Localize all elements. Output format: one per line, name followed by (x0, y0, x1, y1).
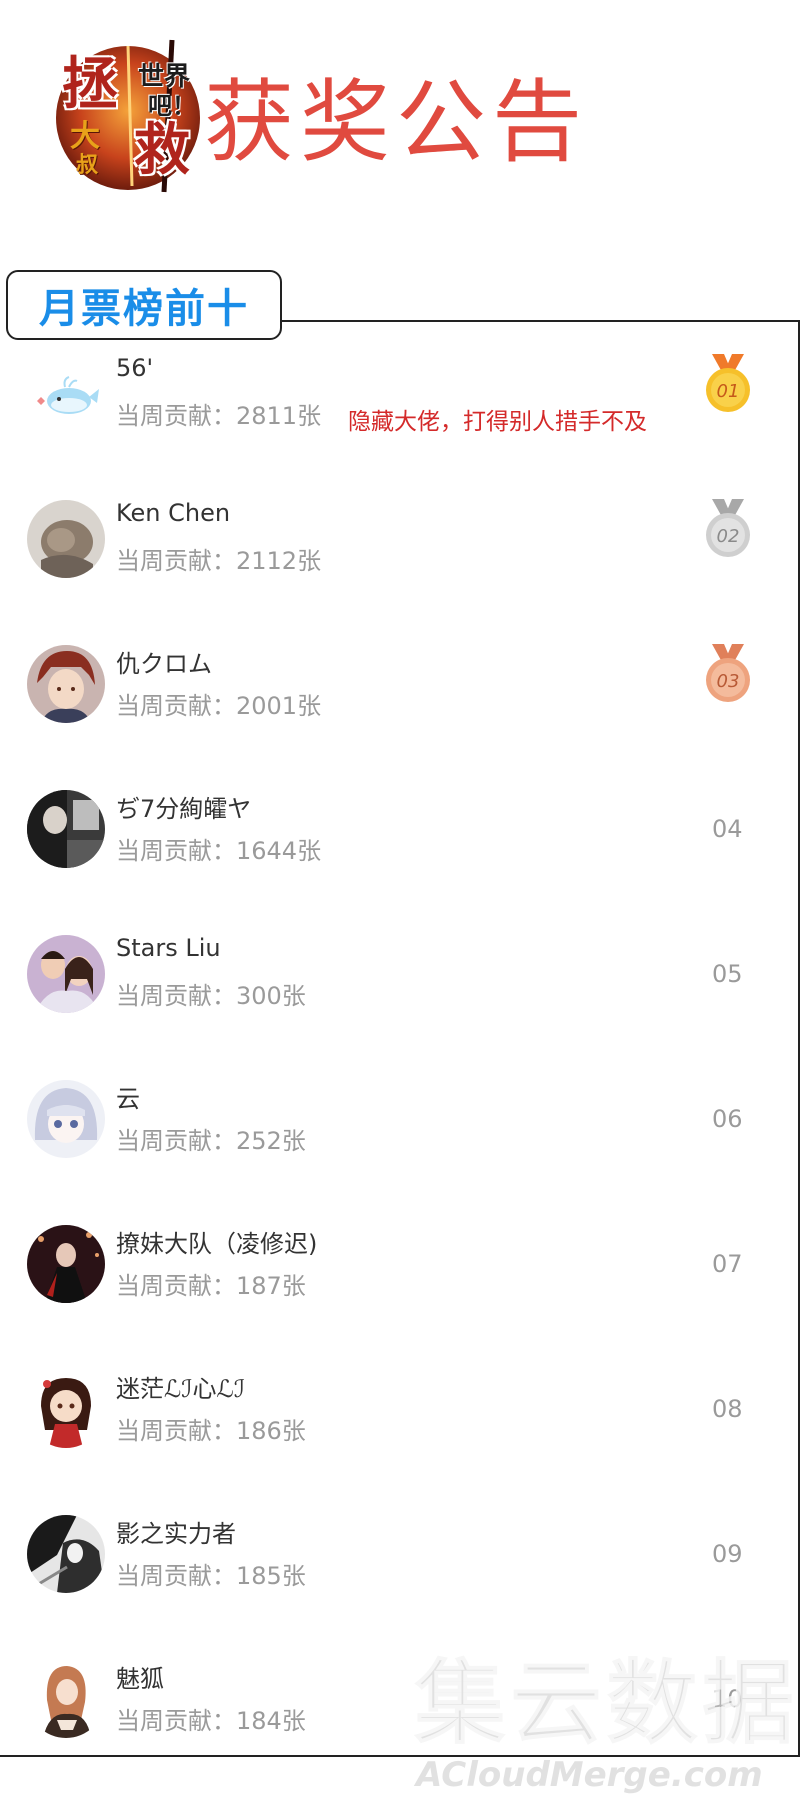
rank-number: 07 (712, 1250, 743, 1278)
rank-number: 08 (712, 1395, 743, 1423)
logo-char-5: 大 (70, 119, 100, 154)
user-name: 56' (116, 354, 154, 382)
ranking-row-3[interactable]: 仇クロム 当周贡献：2001张 03 (0, 630, 800, 775)
user-name: Stars Liu (116, 934, 221, 962)
anime-girl-avatar[interactable] (27, 1080, 105, 1158)
chibi-avatar[interactable] (27, 1370, 105, 1448)
ranking-row-5[interactable]: Stars Liu 当周贡献：300张 05 (0, 920, 800, 1065)
user-name: Ken Chen (116, 499, 231, 527)
user-name: ぢ7分絢皬ヤ (116, 795, 252, 823)
ranking-row-4[interactable]: ぢ7分絢皬ヤ 当周贡献：1644张 04 (0, 775, 800, 920)
user-name: 仇クロム (116, 650, 212, 678)
tab-monthly-ticket-top10[interactable]: 月票榜前十 (6, 270, 282, 340)
user-name: 魅狐 (116, 1665, 164, 1693)
whale-avatar[interactable] (27, 355, 105, 433)
weekly-contribution: 当周贡献：300张 (116, 982, 306, 1010)
rank-number: 09 (712, 1540, 743, 1568)
weekly-contribution: 当周贡献：2001张 (116, 692, 322, 720)
animal-avatar[interactable] (27, 500, 105, 578)
photo-avatar[interactable] (27, 790, 105, 868)
silver-medal-icon: 02 (704, 499, 752, 559)
gold-medal-icon: 01 (704, 354, 752, 414)
fox-girl-avatar[interactable] (27, 1660, 105, 1738)
user-name: 云 (116, 1085, 140, 1113)
logo-char-3: 世界 (138, 62, 191, 92)
couple-avatar[interactable] (27, 935, 105, 1013)
user-name: 影之实力者 (116, 1520, 236, 1548)
shadow-avatar[interactable] (27, 1515, 105, 1593)
logo-char-6: 叔 (76, 152, 99, 178)
ranking-row-6[interactable]: 云 当周贡献：252张 06 (0, 1065, 800, 1210)
weekly-contribution: 当周贡献：2112张 (116, 547, 322, 575)
svg-text:01: 01 (717, 381, 740, 402)
ranking-row-7[interactable]: 撩妹大队（凌修迟) 当周贡献：187张 07 (0, 1210, 800, 1355)
logo-char-4: 吧！ (148, 91, 196, 120)
dark-figure-avatar[interactable] (27, 1225, 105, 1303)
weekly-contribution: 当周贡献：187张 (116, 1272, 306, 1300)
ranking-row-2[interactable]: Ken Chen 当周贡献：2112张 02 (0, 485, 800, 630)
watermark-en: ACloudMerge.com (416, 1755, 763, 1795)
ranking-row-9[interactable]: 影之实力者 当周贡献：185张 09 (0, 1500, 800, 1645)
rank-number: 06 (712, 1105, 743, 1133)
svg-text:03: 03 (717, 671, 740, 692)
svg-text:02: 02 (717, 526, 740, 547)
weekly-contribution: 当周贡献：1644张 (116, 837, 322, 865)
ranking-row-8[interactable]: 迷茫ℒℐ心ℒℐ 当周贡献：186张 08 (0, 1355, 800, 1500)
bronze-medal-icon: 03 (704, 644, 752, 704)
divider-top (270, 320, 800, 322)
ranking-row-1[interactable]: 56' 当周贡献：2811张 隐藏大佬，打得别人措手不及 01 (0, 340, 800, 485)
anime-boy-avatar[interactable] (27, 645, 105, 723)
weekly-contribution: 当周贡献：184张 (116, 1707, 306, 1735)
logo-char-1: 拯 (62, 51, 118, 117)
highlight-note: 隐藏大佬，打得别人措手不及 (348, 409, 647, 435)
weekly-contribution: 当周贡献：2811张 (116, 402, 322, 430)
watermark-cn: 集云数据 (413, 1650, 799, 1757)
weekly-contribution: 当周贡献：252张 (116, 1127, 306, 1155)
user-name: 撩妹大队（凌修迟) (116, 1230, 318, 1258)
rank-number: 05 (712, 960, 743, 988)
user-name: 迷茫ℒℐ心ℒℐ (116, 1375, 246, 1403)
weekly-contribution: 当周贡献：186张 (116, 1417, 306, 1445)
weekly-contribution: 当周贡献：185张 (116, 1562, 306, 1590)
page-title: 获奖公告 (204, 70, 588, 175)
logo-char-2: 救 (134, 117, 190, 183)
comic-logo: 拯 救 世界 吧！ 大 叔 (52, 36, 204, 196)
rank-number: 04 (712, 815, 743, 843)
